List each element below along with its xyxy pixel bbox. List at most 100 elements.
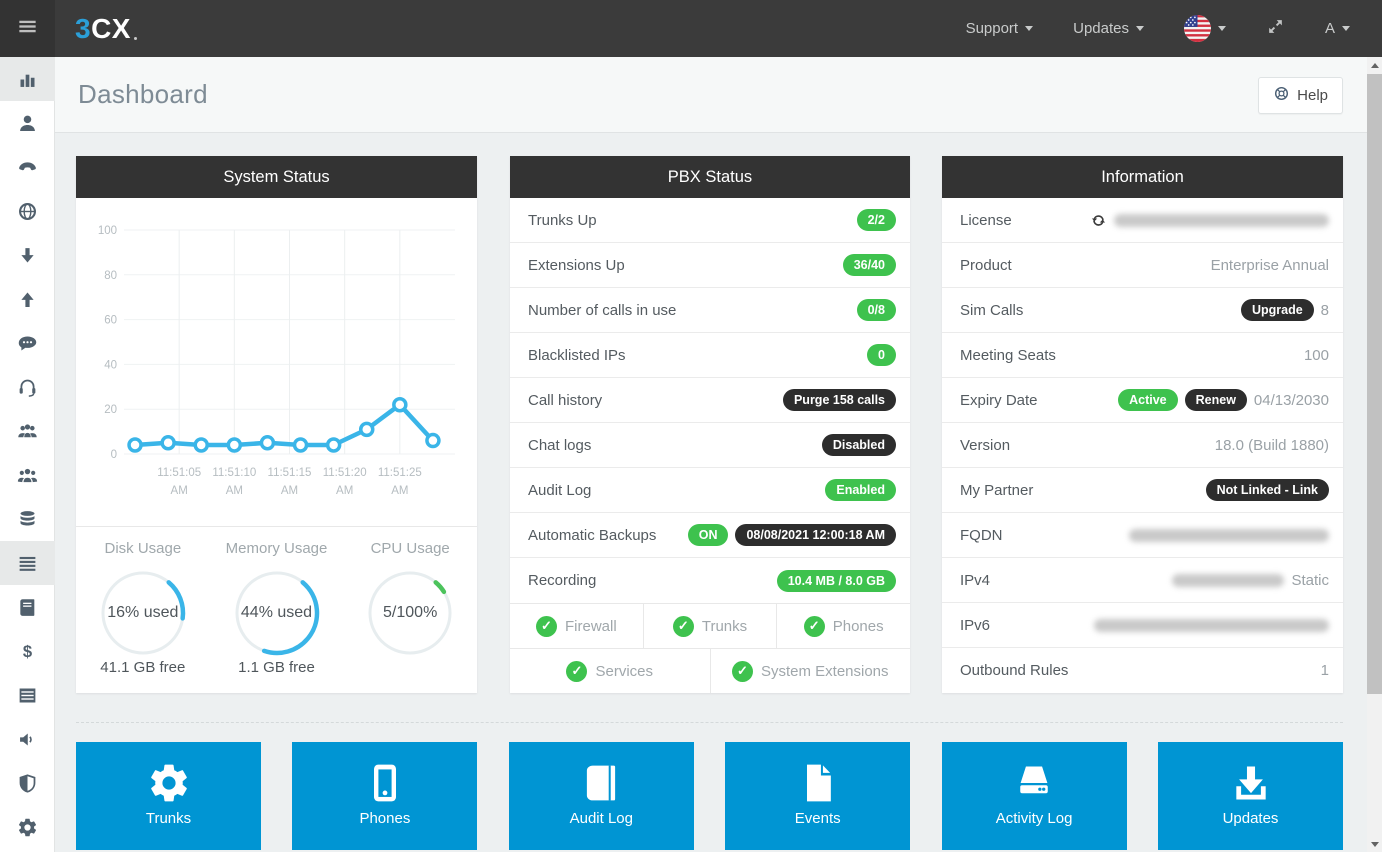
row-value-group: 0/8: [857, 299, 896, 321]
sidebar-item-dashboard[interactable]: [0, 57, 55, 101]
pbx-service-checks: ✓Firewall✓Trunks✓Phones✓Services✓System …: [510, 603, 910, 693]
smartphone-icon: [363, 759, 407, 807]
scrollbar-thumb[interactable]: [1367, 74, 1382, 694]
check-item-phones[interactable]: ✓Phones: [776, 604, 910, 648]
sidebar-item-phones[interactable]: [0, 145, 55, 189]
gauge-value: 44% used: [229, 604, 325, 622]
sidebar: $: [0, 57, 55, 852]
sidebar-item-messaging[interactable]: [0, 321, 55, 365]
fullscreen-button[interactable]: [1266, 17, 1285, 40]
donut-ring: 5/100%: [362, 565, 458, 661]
row-label: Blacklisted IPs: [528, 347, 626, 364]
status-badge: Active: [1118, 389, 1178, 411]
status-badge[interactable]: Upgrade: [1241, 299, 1314, 321]
row-value-group: Enterprise Annual: [1211, 257, 1329, 274]
status-badge[interactable]: Renew: [1185, 389, 1247, 411]
navbar-right: Support Updates A: [966, 15, 1382, 42]
pbx-row: Number of calls in use0/8: [510, 288, 910, 333]
user-menu[interactable]: A: [1325, 20, 1350, 37]
support-menu[interactable]: Support: [966, 20, 1034, 37]
tile-trunks[interactable]: Trunks: [76, 742, 261, 850]
row-value-group: 18.0 (Build 1880): [1215, 437, 1329, 454]
info-row: License: [942, 198, 1343, 243]
sidebar-item-security[interactable]: [0, 761, 55, 805]
tile-activity-log[interactable]: Activity Log: [942, 742, 1127, 850]
refresh-icon[interactable]: [1090, 212, 1107, 229]
row-value: Static: [1291, 572, 1329, 589]
check-row: ✓Services✓System Extensions: [510, 648, 910, 693]
sidebar-item-ring-groups[interactable]: [0, 409, 55, 453]
redacted-value: [1094, 619, 1329, 632]
pbx-row: Audit LogEnabled: [510, 468, 910, 513]
row-label: Outbound Rules: [960, 662, 1068, 679]
info-row: My PartnerNot Linked - Link: [942, 468, 1343, 513]
tile-label: Phones: [359, 810, 410, 827]
file-icon: [796, 759, 840, 807]
status-badge[interactable]: 08/08/2021 12:00:18 AM: [735, 524, 896, 546]
row-value-group: 10.4 MB / 8.0 GB: [777, 570, 896, 592]
row-value: Enterprise Annual: [1211, 257, 1329, 274]
row-label: Extensions Up: [528, 257, 625, 274]
sidebar-item-inbound-rules[interactable]: [0, 233, 55, 277]
chevron-down-icon: [1342, 26, 1350, 31]
sidebar-item-outbound-rules[interactable]: [0, 277, 55, 321]
row-value-group: 36/40: [843, 254, 896, 276]
redacted-value: [1114, 214, 1329, 227]
table-icon: [17, 685, 38, 706]
check-item-firewall[interactable]: ✓Firewall: [510, 604, 643, 648]
status-badge: 0: [867, 344, 896, 366]
check-item-system-extensions[interactable]: ✓System Extensions: [710, 649, 911, 693]
scroll-down-button[interactable]: [1367, 836, 1382, 852]
panel-title-system-status: System Status: [76, 156, 477, 198]
pbx-row: Chat logsDisabled: [510, 423, 910, 468]
sidebar-item-reports[interactable]: [0, 673, 55, 717]
donut-ring: 44% used: [229, 565, 325, 661]
tile-audit-log[interactable]: Audit Log: [509, 742, 694, 850]
usage-gauges: Disk Usage16% used41.1 GB freeMemory Usa…: [76, 527, 477, 693]
sidebar-item-web-client[interactable]: [0, 189, 55, 233]
brand-logo-3: 3: [75, 15, 91, 43]
database-icon: [17, 509, 38, 530]
status-badge[interactable]: Purge 158 calls: [783, 389, 896, 411]
info-row: IPv6: [942, 603, 1343, 648]
scroll-up-button[interactable]: [1367, 57, 1382, 73]
check-item-trunks[interactable]: ✓Trunks: [643, 604, 777, 648]
arrow-up-icon: [17, 289, 38, 310]
language-menu[interactable]: [1184, 15, 1226, 42]
row-label: License: [960, 212, 1012, 229]
gauge-subtext: 1.1 GB free: [238, 659, 315, 676]
sidebar-item-backups[interactable]: [0, 497, 55, 541]
status-badge[interactable]: Disabled: [822, 434, 896, 456]
check-row: ✓Firewall✓Trunks✓Phones: [510, 603, 910, 648]
tile-label: Activity Log: [996, 810, 1073, 827]
sidebar-item-call-queues[interactable]: [0, 365, 55, 409]
tile-phones[interactable]: Phones: [292, 742, 477, 850]
tile-events[interactable]: Events: [725, 742, 910, 850]
tile-updates[interactable]: Updates: [1158, 742, 1343, 850]
status-badge: 36/40: [843, 254, 896, 276]
tile-label: Trunks: [146, 810, 191, 827]
sidebar-item-contacts[interactable]: [0, 453, 55, 497]
row-label: Expiry Date: [960, 392, 1038, 409]
dashed-divider: [76, 722, 1343, 723]
info-row: IPv4Static: [942, 558, 1343, 603]
updates-menu[interactable]: Updates: [1073, 20, 1144, 37]
row-value-group: Static: [1172, 572, 1329, 589]
sidebar-item-announcements[interactable]: [0, 717, 55, 761]
sidebar-item-event-log[interactable]: [0, 541, 55, 585]
sidebar-item-settings[interactable]: [0, 805, 55, 849]
check-item-services[interactable]: ✓Services: [510, 649, 710, 693]
gauge-label: Memory Usage: [226, 540, 328, 557]
svg-text:60: 60: [104, 315, 117, 327]
hamburger-menu-button[interactable]: [0, 0, 55, 57]
sidebar-item-extensions[interactable]: [0, 101, 55, 145]
status-badge[interactable]: Not Linked - Link: [1206, 479, 1329, 501]
sidebar-item-call-history[interactable]: [0, 585, 55, 629]
redacted-value: [1172, 574, 1284, 587]
sidebar-item-billing[interactable]: $: [0, 629, 55, 673]
system-status-panel: System Status 02040608010011:51:05AM11:5…: [76, 156, 477, 693]
svg-text:20: 20: [104, 404, 117, 416]
svg-text:AM: AM: [226, 485, 243, 497]
help-button[interactable]: Help: [1258, 77, 1343, 114]
svg-text:11:51:10: 11:51:10: [212, 467, 256, 479]
